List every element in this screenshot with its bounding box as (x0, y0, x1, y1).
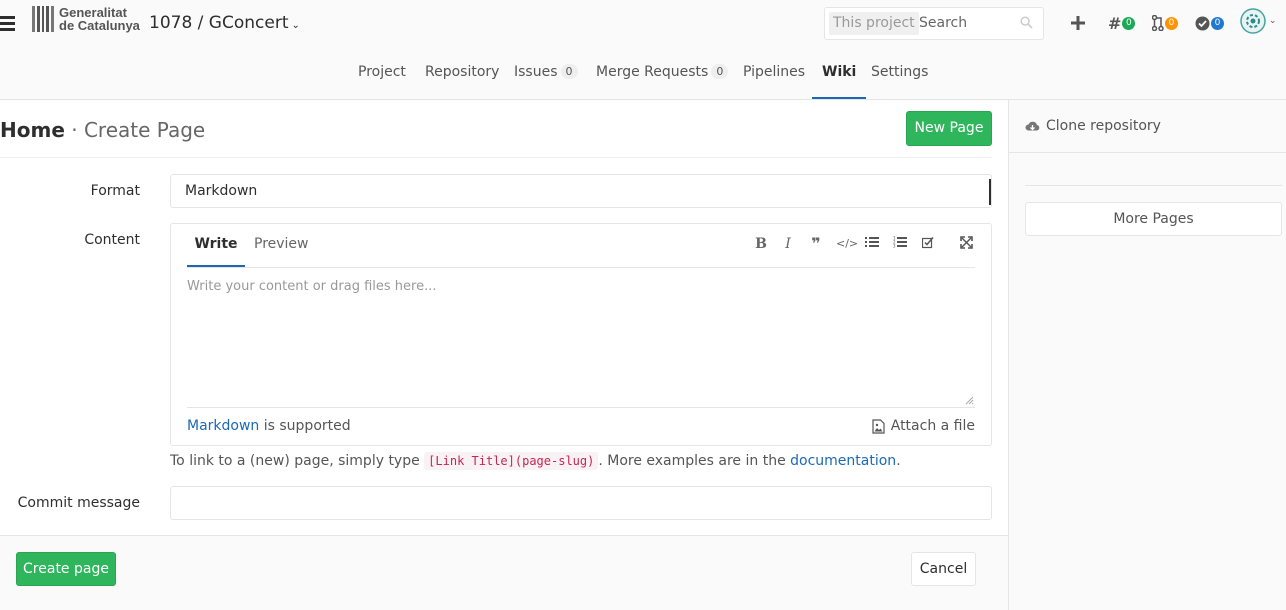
wiki-link-hint: To link to a (new) page, simply type [Li… (170, 452, 901, 470)
issues-shortcut[interactable]: # 0 (1108, 12, 1136, 34)
create-page-button[interactable]: Create page (16, 552, 116, 586)
mr-badge: 0 (1165, 16, 1178, 30)
hamburger-icon[interactable] (0, 16, 16, 32)
cancel-button[interactable]: Cancel (911, 552, 976, 586)
content-label: Content (84, 232, 140, 248)
hash-icon: # (1108, 13, 1122, 33)
quote-icon[interactable]: ❞ (808, 236, 824, 252)
top-header: Generalitat de Catalunya 1078 / GConcert… (0, 0, 1286, 50)
tab-repository[interactable]: Repository (425, 50, 499, 99)
merge-requests-shortcut[interactable]: 0 (1152, 12, 1178, 34)
bold-icon[interactable]: B (753, 236, 769, 252)
project-title[interactable]: 1078 / GConcert ⌄ (149, 13, 300, 33)
attach-file-button[interactable]: Attach a file (872, 418, 975, 434)
fullscreen-icon[interactable] (958, 236, 974, 252)
clone-repository-link[interactable]: Clone repository (1025, 118, 1161, 134)
select-arrow-icon (988, 179, 991, 205)
search-box[interactable]: This project Search (824, 7, 1044, 40)
search-scope: This project (829, 12, 919, 35)
content-textarea[interactable]: Write your content or drag files here... (187, 279, 437, 294)
issues-badge: 0 (1122, 16, 1136, 30)
title-divider (0, 157, 992, 158)
resize-handle-icon[interactable] (965, 396, 974, 405)
editor-footer-divider (187, 407, 975, 408)
bullet-list-icon[interactable] (864, 236, 880, 252)
todo-badge: 0 (1211, 16, 1224, 30)
markdown-hint: Markdown is supported (187, 418, 351, 434)
numbered-list-icon[interactable]: 123 (892, 236, 908, 252)
todos-shortcut[interactable]: 0 (1195, 12, 1224, 34)
editor-tab-divider (187, 267, 975, 268)
generalitat-logo-icon (32, 6, 54, 32)
sidebar-divider (1009, 152, 1286, 153)
page-title: Home · Create Page (0, 118, 206, 142)
form-actions (0, 535, 1008, 610)
project-nav: Project Repository Issues 0 Merge Request… (0, 50, 1286, 100)
content-editor: Write Preview B I ❞ </> 123 Write your c… (170, 223, 992, 446)
wiki-sidebar: Clone repository More Pages (1008, 100, 1286, 610)
merge-request-icon (1152, 15, 1164, 31)
format-label: Format (90, 183, 140, 199)
code-icon[interactable]: </> (836, 236, 858, 252)
tab-settings[interactable]: Settings (871, 50, 928, 99)
markdown-link[interactable]: Markdown (187, 418, 259, 434)
user-avatar[interactable]: ⌄ (1240, 8, 1277, 34)
more-pages-button[interactable]: More Pages (1025, 202, 1282, 236)
chevron-down-icon: ⌄ (1269, 16, 1277, 26)
commit-message-input[interactable] (170, 486, 992, 520)
italic-icon[interactable]: I (780, 236, 796, 252)
task-list-icon[interactable] (920, 236, 936, 252)
tab-preview[interactable]: Preview (254, 236, 309, 252)
cloud-download-icon (1025, 121, 1040, 131)
commit-message-label: Commit message (17, 495, 140, 511)
search-input[interactable]: Search (919, 15, 967, 31)
plus-icon[interactable] (1070, 12, 1086, 34)
svg-text:3: 3 (893, 244, 896, 249)
todo-check-icon (1195, 16, 1210, 30)
new-page-button[interactable]: New Page (906, 111, 992, 146)
tab-write[interactable]: Write (187, 236, 245, 267)
image-icon (872, 418, 885, 434)
logo[interactable]: Generalitat de Catalunya (32, 6, 140, 32)
issues-count: 0 (560, 64, 578, 79)
chevron-down-icon: ⌄ (291, 20, 300, 31)
sidebar-divider (1025, 185, 1282, 186)
search-icon (1020, 16, 1033, 29)
format-select[interactable]: Markdown (170, 174, 992, 208)
tab-merge-requests[interactable]: Merge Requests 0 (596, 50, 729, 99)
tab-issues[interactable]: Issues 0 (514, 50, 578, 99)
tab-project[interactable]: Project (358, 50, 406, 99)
mr-count: 0 (711, 64, 729, 79)
tab-wiki[interactable]: Wiki (812, 50, 867, 99)
logo-line2: de Catalunya (59, 18, 140, 33)
hint-code: [Link Title](page-slug) (424, 452, 599, 470)
documentation-link[interactable]: documentation (790, 453, 896, 469)
tab-pipelines[interactable]: Pipelines (743, 50, 805, 99)
